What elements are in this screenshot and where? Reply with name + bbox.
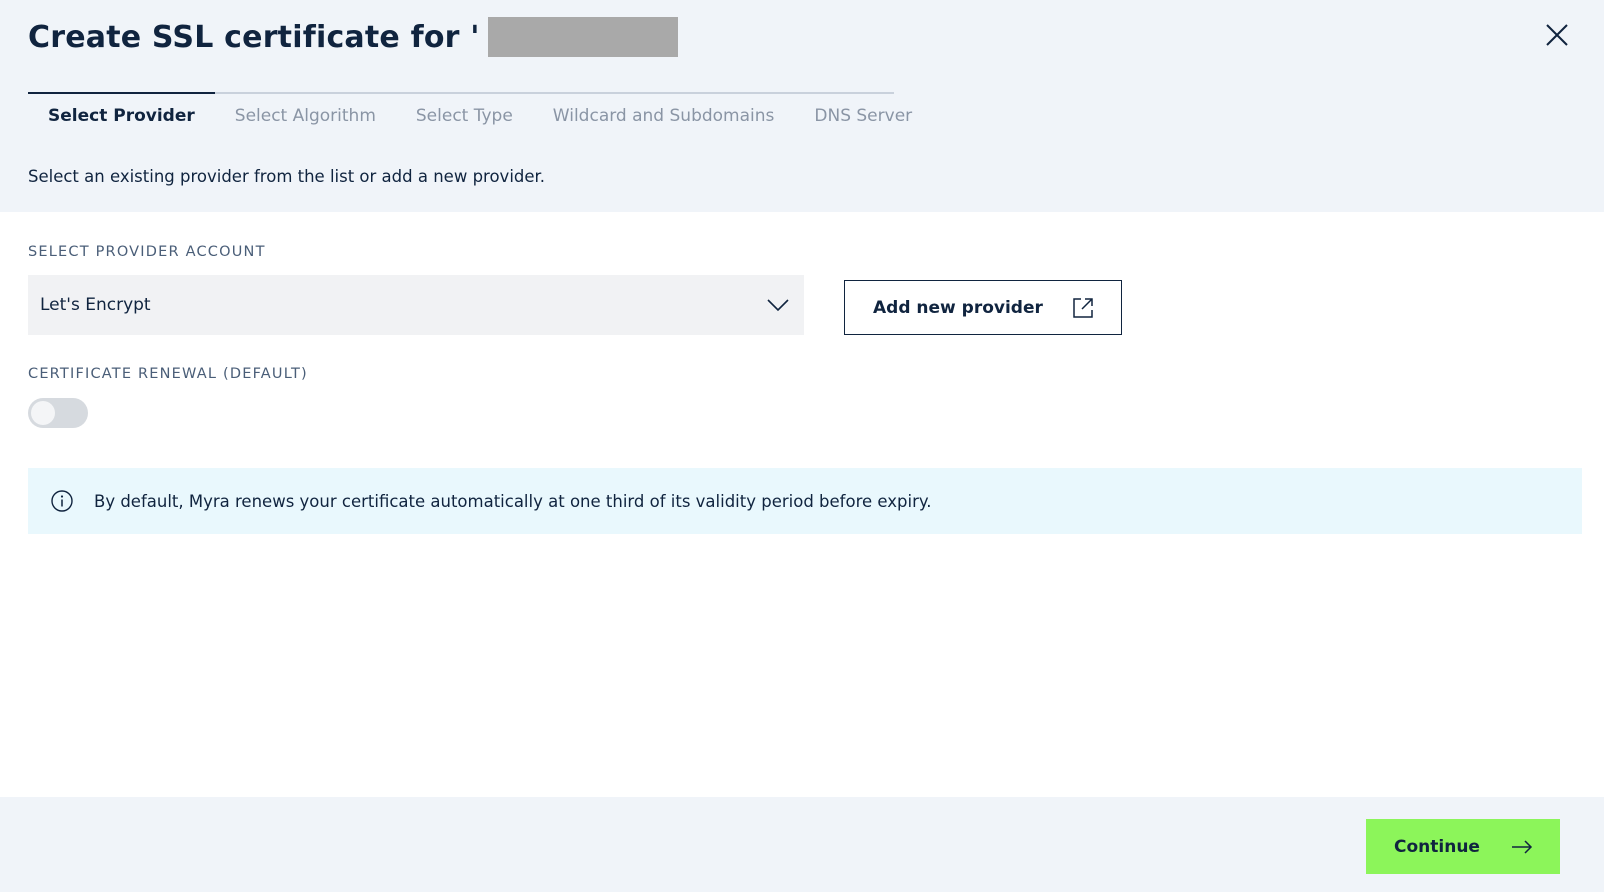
chevron-down-icon bbox=[767, 299, 789, 312]
provider-account-label: SELECT PROVIDER ACCOUNT bbox=[28, 244, 266, 260]
continue-label: Continue bbox=[1394, 836, 1480, 857]
tab-select-algorithm[interactable]: Select Algorithm bbox=[215, 94, 396, 138]
title-row: Create SSL certificate for ' bbox=[28, 16, 678, 58]
continue-button[interactable]: Continue bbox=[1366, 819, 1560, 874]
dialog-footer: Continue bbox=[0, 797, 1604, 892]
info-banner: By default, Myra renews your certificate… bbox=[28, 468, 1582, 534]
external-link-icon bbox=[1073, 298, 1093, 318]
add-new-provider-label: Add new provider bbox=[873, 297, 1043, 318]
tab-wildcard-subdomains[interactable]: Wildcard and Subdomains bbox=[533, 94, 795, 138]
close-icon bbox=[1546, 24, 1568, 46]
close-button[interactable] bbox=[1542, 20, 1572, 50]
tab-select-type[interactable]: Select Type bbox=[396, 94, 533, 138]
wizard-tabs: Select Provider Select Algorithm Select … bbox=[28, 92, 912, 138]
info-text: By default, Myra renews your certificate… bbox=[94, 491, 932, 511]
certificate-renewal-toggle[interactable] bbox=[28, 398, 88, 428]
create-ssl-certificate-dialog: Create SSL certificate for ' Select Prov… bbox=[0, 0, 1604, 892]
add-new-provider-button[interactable]: Add new provider bbox=[844, 280, 1122, 335]
provider-select-value: Let's Encrypt bbox=[40, 295, 151, 315]
tab-dns-server[interactable]: DNS Server bbox=[794, 94, 932, 138]
tab-select-provider[interactable]: Select Provider bbox=[28, 92, 215, 138]
intro-text: Select an existing provider from the lis… bbox=[28, 167, 546, 186]
arrow-right-icon bbox=[1512, 840, 1533, 854]
provider-select[interactable]: Let's Encrypt bbox=[28, 275, 804, 335]
dialog-title: Create SSL certificate for ' bbox=[28, 19, 480, 55]
dialog-header: Create SSL certificate for ' Select Prov… bbox=[0, 0, 1604, 212]
redacted-domain bbox=[487, 17, 678, 57]
info-icon bbox=[51, 490, 73, 512]
toggle-knob bbox=[31, 401, 55, 425]
certificate-renewal-label: CERTIFICATE RENEWAL (DEFAULT) bbox=[28, 366, 308, 382]
